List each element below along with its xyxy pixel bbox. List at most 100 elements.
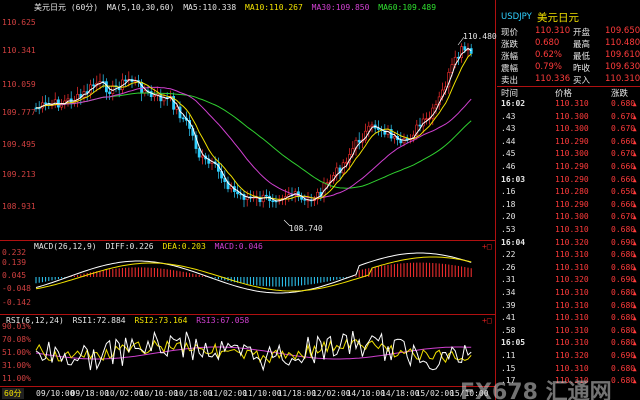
candle-body — [424, 118, 428, 120]
tick-time: .41 — [501, 313, 516, 323]
up-arrow-icon: ▲ — [633, 189, 637, 197]
quote-value: 110.480 — [605, 38, 640, 48]
date-label: 10/18:00 — [174, 389, 213, 398]
date-label: 11/18:00 — [277, 389, 317, 398]
date-label: 10/10:00 — [139, 389, 179, 398]
tick-change: 0.680 — [611, 376, 636, 386]
tick-change: 0.680 — [611, 250, 636, 260]
rsi-panel[interactable]: RSI(6,12,24) RSI1:72.884 RSI2:73.164 RSI… — [0, 314, 496, 386]
quote-value: 110.310 — [605, 74, 640, 84]
tick-time: .58 — [501, 325, 516, 335]
tick-row: .34 110.310 0.680 ▲ — [497, 287, 640, 300]
tick-change: 0.680 — [611, 325, 636, 335]
tick-row: 16:02 110.310 0.680 ▲ — [497, 98, 640, 111]
tick-price: 110.310 — [555, 300, 589, 310]
tick-time: .11 — [501, 351, 516, 360]
price-panel[interactable]: 美元日元 (60分) MA(5,10,30,60) MA5:110.338 MA… — [0, 3, 497, 240]
candle-body — [44, 102, 48, 105]
tick-change: 0.690 — [611, 275, 636, 285]
tick-row: .39 110.310 0.680 ▲ — [497, 300, 640, 313]
candle-body — [469, 48, 473, 54]
date-label: 09/10:00 — [36, 389, 75, 398]
tick-price: 110.310 — [555, 250, 589, 260]
up-arrow-icon: ▲ — [633, 101, 637, 108]
date-label: 11/02:00 — [208, 389, 248, 398]
tick-change: 0.680 — [611, 363, 636, 373]
tick-row: .22 110.310 0.680 ▲ — [497, 249, 640, 262]
tick-price: 110.290 — [555, 199, 589, 209]
up-arrow-icon: ▲ — [633, 201, 637, 209]
up-arrow-icon: ▲ — [633, 214, 637, 222]
quote-row: 卖出 110.336 买入 110.310 — [497, 74, 640, 86]
up-arrow-icon: ▲ — [633, 315, 637, 323]
candle-body — [271, 200, 275, 203]
tick-price: 110.310 — [555, 288, 589, 297]
quote-value: 109.650 — [605, 26, 640, 36]
candle-body — [392, 135, 396, 139]
quote-label: 涨幅 — [501, 52, 519, 62]
candle-body — [181, 117, 185, 120]
date-label: 09/18:00 — [70, 389, 110, 398]
tick-price: 110.300 — [555, 124, 589, 134]
tick-price: 110.310 — [555, 325, 589, 335]
tick-price: 110.320 — [555, 237, 589, 247]
tick-change: 0.670 — [611, 124, 636, 134]
symbol-code: USDJPY — [501, 12, 532, 22]
up-arrow-icon: ▲ — [633, 113, 637, 121]
date-label: 10/02:00 — [105, 389, 144, 398]
tick-time: .26 — [501, 262, 516, 272]
symbol-name: 美元日元 — [537, 12, 579, 24]
tick-change: 0.680 — [611, 288, 636, 297]
quote-label: 最高 — [573, 40, 591, 50]
tick-change: 0.680 — [611, 313, 636, 323]
up-arrow-icon: ▲ — [633, 353, 637, 360]
up-arrow-icon: ▲ — [633, 264, 637, 272]
candle-body — [197, 148, 201, 158]
tick-change: 0.680 — [611, 225, 636, 234]
watermark-logo: FX678 汇通网 — [460, 380, 612, 400]
up-arrow-icon: ▲ — [633, 176, 637, 184]
tick-price: 110.290 — [555, 174, 589, 184]
ticks-header: 时间 价格 涨跌 — [497, 86, 640, 99]
candle-body — [344, 161, 348, 164]
date-label: 14/18:00 — [381, 389, 420, 398]
tick-change: 0.680 — [611, 300, 636, 310]
macd-panel[interactable]: MACD(26,12,9) DIFF:0.226 DEA:0.203 MACD:… — [0, 240, 496, 314]
tick-row: .46 110.290 0.660 ▲ — [497, 161, 640, 174]
chart-area: 美元日元 (60分) MA(5,10,30,60) MA5:110.338 MA… — [0, 0, 497, 400]
quote-label: 卖出 — [501, 76, 519, 86]
tick-time: .53 — [501, 225, 516, 234]
candle-body — [418, 124, 422, 127]
tick-time: .20 — [501, 212, 516, 222]
ma30-line — [36, 86, 472, 199]
price-chart-svg — [34, 36, 473, 227]
tick-change: 0.660 — [611, 174, 636, 184]
tick-row: .58 110.310 0.680 ▲ — [497, 325, 640, 338]
candle-body — [175, 106, 179, 110]
candle-body — [201, 155, 204, 158]
ma5-line — [36, 47, 472, 202]
candle-body — [357, 139, 361, 143]
quote-value: 109.610 — [605, 50, 640, 60]
date-axis: 60分 09/10:00 09/18:00 10/02:00 10/10:00 10/1… — [0, 386, 496, 400]
rsi1-line — [35, 330, 472, 372]
tick-time: .31 — [501, 275, 516, 285]
tick-time: 16:03 — [501, 174, 526, 184]
tick-row: .45 110.300 0.670 ▲ — [497, 148, 640, 161]
period-button[interactable]: 60分 — [2, 388, 24, 399]
tick-price: 110.310 — [555, 225, 589, 234]
tick-price: 110.320 — [555, 275, 589, 285]
tick-price: 110.310 — [555, 338, 589, 348]
quote-label: 现价 — [501, 28, 519, 38]
tick-change: 0.650 — [611, 187, 636, 197]
candle-body — [108, 91, 112, 94]
quote-row: 涨跌 0.680 最高 110.480 — [497, 38, 640, 50]
tick-change: 0.680 — [611, 262, 636, 272]
up-arrow-icon: ▲ — [633, 290, 637, 297]
tick-row: .41 110.310 0.680 ▲ — [497, 312, 640, 325]
up-arrow-icon: ▲ — [633, 239, 637, 247]
tick-row: .26 110.310 0.680 ▲ — [497, 262, 640, 275]
up-arrow-icon: ▲ — [633, 252, 637, 260]
date-label: 12/02:00 — [312, 389, 351, 398]
tick-row: .44 110.290 0.660 ▲ — [497, 136, 640, 149]
